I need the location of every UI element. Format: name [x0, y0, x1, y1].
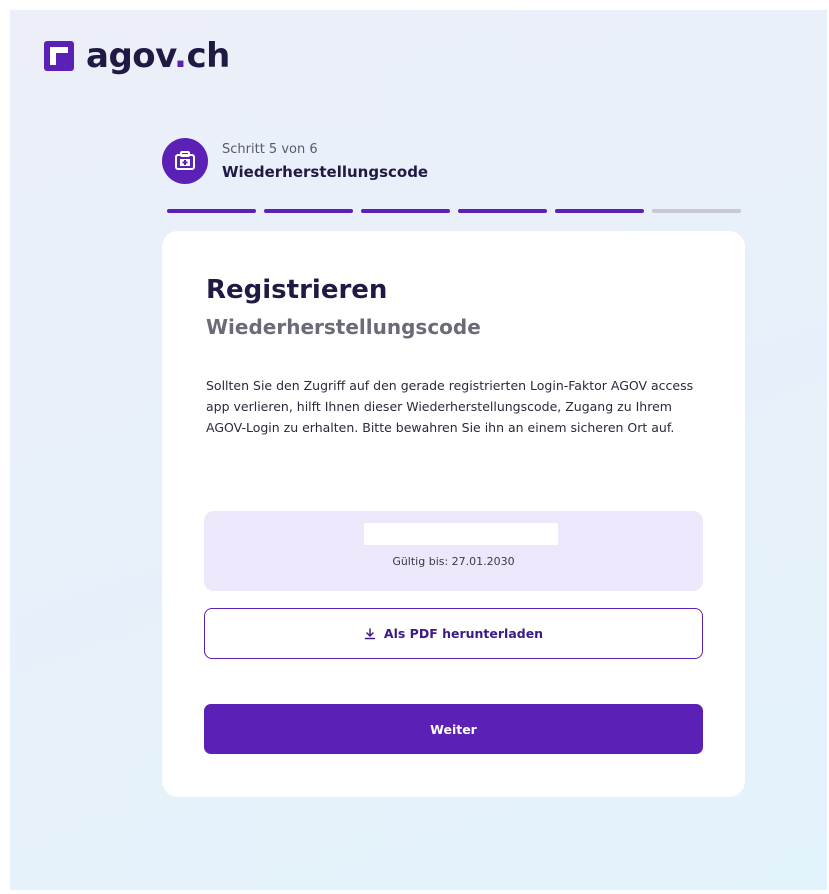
step-text: Schritt 5 von 6 Wiederherstellungscode	[222, 142, 428, 181]
progress-segment-6	[652, 209, 741, 213]
progress-segment-2	[264, 209, 353, 213]
card-title: Registrieren	[206, 275, 388, 305]
medical-kit-icon	[162, 138, 208, 184]
progress-segment-5	[555, 209, 644, 213]
download-icon	[364, 627, 376, 639]
registration-card: Registrieren Wiederherstellungscode Soll…	[162, 231, 745, 797]
agov-logo-icon	[44, 41, 74, 71]
progress-segment-4	[458, 209, 547, 213]
agov-logo-text: agov.ch	[86, 36, 230, 76]
next-button[interactable]: Weiter	[204, 704, 703, 754]
step-progress-bar	[167, 209, 741, 213]
progress-segment-1	[167, 209, 256, 213]
step-header: Schritt 5 von 6 Wiederherstellungscode	[162, 138, 428, 184]
recovery-code-box: Gültig bis: 27.01.2030	[204, 511, 703, 591]
download-pdf-button[interactable]: Als PDF herunterladen	[204, 608, 703, 659]
card-description: Sollten Sie den Zugriff auf den gerade r…	[206, 378, 694, 435]
download-pdf-label: Als PDF herunterladen	[383, 626, 544, 641]
step-counter: Schritt 5 von 6	[222, 141, 318, 157]
agov-logo[interactable]: agov.ch	[42, 36, 230, 76]
card-subtitle: Wiederherstellungscode	[206, 315, 481, 339]
progress-segment-3	[361, 209, 450, 213]
code-valid-until: Gültig bis: 27.01.2030	[392, 555, 515, 568]
step-name: Wiederherstellungscode	[222, 162, 429, 181]
recovery-code-redacted	[364, 523, 558, 545]
page-background: agov.ch Schritt 5 von 6 Wiederherstellun…	[10, 10, 827, 890]
